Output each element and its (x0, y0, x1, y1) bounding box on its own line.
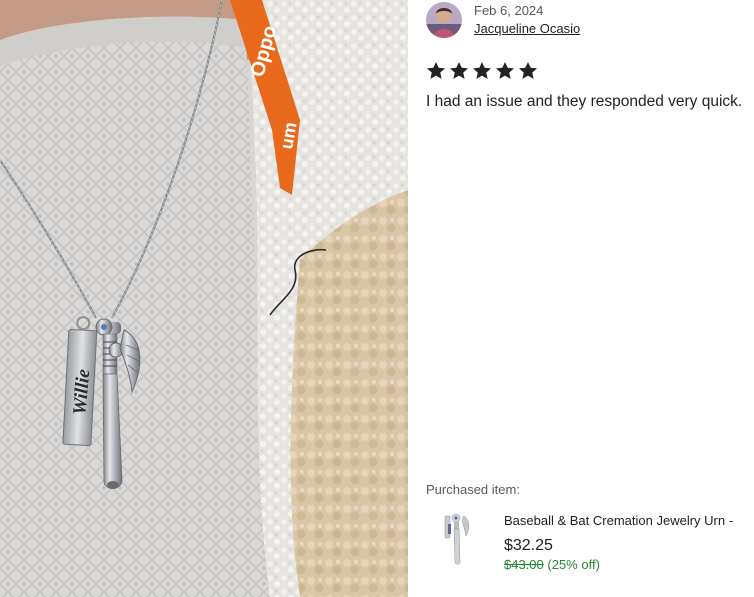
discount-percent: (25% off) (547, 557, 600, 572)
review-date: Feb 6, 2024 (474, 3, 544, 18)
purchased-item-price: $32.25 (504, 537, 553, 554)
star-rating (425, 60, 539, 82)
pendant-engraving: Willie (69, 368, 94, 416)
reviewer-info: Feb 6, 2024 Jacqueline Ocasio (426, 2, 580, 38)
purchased-item-thumbnail[interactable] (440, 510, 478, 568)
review-text: I had an issue and they responded very q… (426, 93, 743, 110)
star-icon (427, 62, 445, 79)
avatar-image (426, 2, 462, 38)
purchased-item-title[interactable]: Baseball & Bat Cremation Jewelry Urn - (504, 513, 733, 528)
avatar[interactable] (426, 2, 462, 38)
star-icon (496, 62, 514, 79)
review-panel: Feb 6, 2024 Jacqueline Ocasio I had an i… (408, 0, 754, 597)
purchased-item-discount: $43.00 (25% off) (504, 557, 600, 572)
original-price: $43.00 (504, 557, 544, 572)
purchased-item-card[interactable]: Baseball & Bat Cremation Jewelry Urn - $… (426, 504, 754, 584)
star-icon (450, 62, 468, 79)
purchased-item-label: Purchased item: (426, 482, 520, 497)
star-icon (473, 62, 491, 79)
reviewer-meta: Feb 6, 2024 Jacqueline Ocasio (474, 2, 580, 38)
reviewer-name-link[interactable]: Jacqueline Ocasio (474, 20, 580, 38)
review-photo-illustration: Oppo um Willie (0, 0, 408, 597)
star-icon (519, 62, 537, 79)
review-photo[interactable]: Oppo um Willie (0, 0, 408, 597)
